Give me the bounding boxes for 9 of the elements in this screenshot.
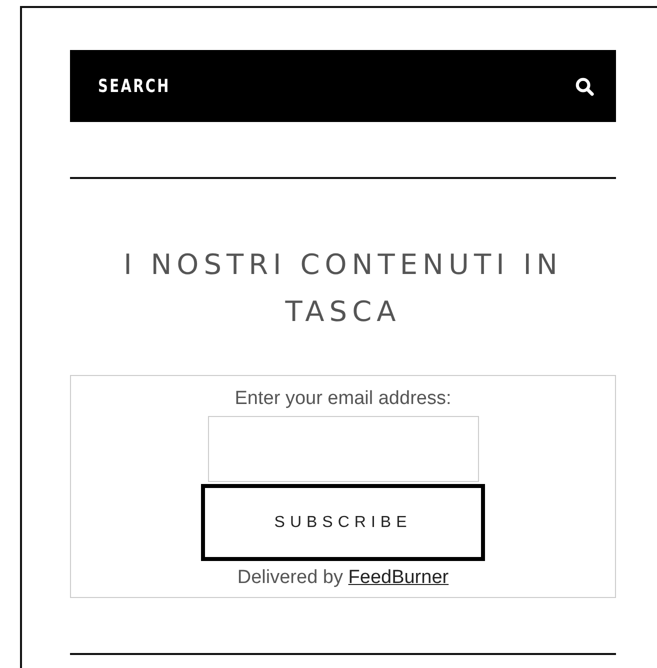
delivered-text: Delivered by FeedBurner — [237, 567, 449, 589]
search-bar[interactable]: SEARCH — [70, 50, 616, 122]
subscribe-button[interactable]: SUBSCRIBE — [201, 484, 485, 561]
search-label: SEARCH — [98, 76, 170, 96]
email-label: Enter your email address: — [234, 388, 452, 410]
feedburner-link[interactable]: FeedBurner — [348, 567, 449, 588]
email-field[interactable] — [208, 416, 478, 482]
widget-title: I NOSTRI CONTENUTI IN TASCA — [122, 247, 564, 330]
search-icon[interactable] — [575, 76, 594, 96]
